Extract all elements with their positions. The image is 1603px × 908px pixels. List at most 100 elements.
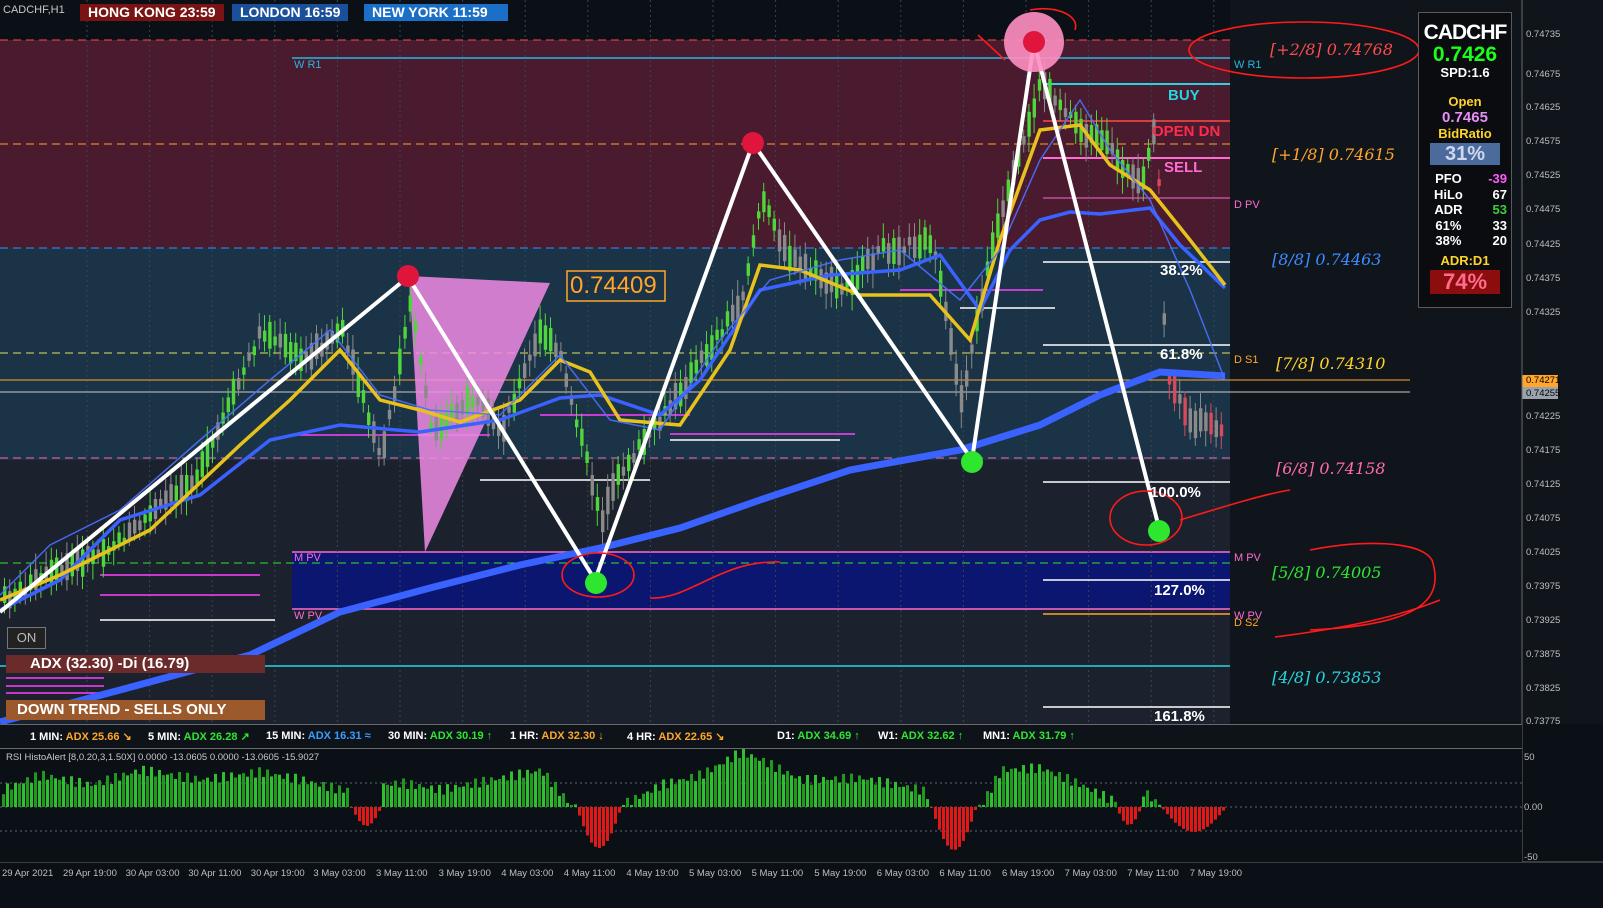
- adx-5min: 5 MIN: ADX 26.28 ↗: [148, 731, 250, 743]
- panel-bid-price: 0.7426: [1432, 43, 1498, 66]
- swing-low-marker: [1148, 520, 1170, 542]
- adx-readout: ADX (32.30) -Di (16.79): [6, 655, 265, 673]
- adx-w1: W1: ADX 32.62 ↑: [878, 730, 964, 742]
- price-axis-label: 0.74575: [1526, 136, 1561, 147]
- price-axis-label: 0.73775: [1526, 716, 1561, 727]
- rsi-axis-50: 50: [1524, 752, 1535, 763]
- time-axis-label: 6 May 19:00: [1002, 868, 1055, 879]
- price-axis-label: 0.73925: [1526, 615, 1561, 626]
- chart-canvas[interactable]: [0, 0, 1603, 908]
- adx-30min: 30 MIN: ADX 30.19 ↑: [388, 730, 493, 742]
- pivot-w-r1-left: W R1: [294, 59, 322, 71]
- pivot-m-pv-left: M PV: [294, 552, 321, 564]
- swing-low-marker: [961, 451, 983, 473]
- price-axis-label: 0.74175: [1526, 445, 1561, 456]
- symbol-info-panel: CADCHF 0.7426 SPD:1.6 Open 0.7465 BidRat…: [1418, 12, 1512, 308]
- time-axis-label: 6 May 11:00: [939, 868, 991, 879]
- time-axis-label: 30 Apr 11:00: [188, 868, 242, 879]
- time-axis-label: 29 Apr 2021: [2, 868, 54, 879]
- murrey-level-plus1: [+1/8] 0.74615: [1272, 145, 1395, 164]
- time-axis-label: 5 May 11:00: [751, 868, 804, 879]
- sell-signal-label: SELL: [1164, 159, 1203, 176]
- stat-label: 38%: [1435, 233, 1462, 248]
- stat-value: 67: [1492, 186, 1507, 202]
- price-axis-label: 0.74425: [1526, 239, 1561, 250]
- time-axis-label: 3 May 19:00: [438, 868, 491, 879]
- time-axis-label: 30 Apr 03:00: [125, 868, 180, 879]
- murrey-level-4-8: [4/8] 0.73853: [1272, 668, 1382, 687]
- time-axis-label: 7 May 11:00: [1127, 868, 1179, 879]
- price-axis-label: 0.74325: [1526, 307, 1561, 318]
- murrey-level-7-8: [7/8] 0.74310: [1276, 354, 1386, 373]
- adx-15min: 15 MIN: ADX 16.31 ≈: [266, 730, 371, 742]
- fib-618-label: 61.8%: [1160, 346, 1203, 363]
- stat-label: HiLo: [1433, 186, 1463, 202]
- fib-127-label: 127.0%: [1154, 582, 1205, 599]
- panel-open-value: 0.7465: [1442, 109, 1488, 126]
- adx-mn1: MN1: ADX 31.79 ↑: [983, 730, 1075, 742]
- swing-high-marker: [397, 265, 419, 287]
- price-axis-label: 0.74525: [1526, 170, 1561, 181]
- price-axis-label: 0.73825: [1526, 683, 1561, 694]
- time-axis-label: 7 May 03:00: [1064, 868, 1117, 879]
- price-tag: 0.74409: [570, 272, 657, 299]
- panel-symbol: CADCHF: [1423, 21, 1508, 44]
- time-axis-label: 4 May 19:00: [626, 868, 679, 879]
- time-axis-label: 6 May 03:00: [876, 868, 930, 879]
- price-axis-label: 0.74255: [1526, 388, 1561, 399]
- fib-382-label: 38.2%: [1160, 262, 1203, 279]
- price-axis-label: 0.74075: [1526, 513, 1561, 524]
- on-toggle-button[interactable]: ON: [7, 627, 46, 649]
- time-axis-label: 3 May 03:00: [313, 868, 366, 879]
- stat-label: ADR: [1434, 202, 1463, 217]
- time-axis-label: 5 May 03:00: [689, 868, 742, 879]
- adx-1min: 1 MIN: ADX 25.66 ↘: [30, 731, 132, 743]
- stat-value: 20: [1492, 233, 1507, 248]
- trend-banner: DOWN TREND - SELLS ONLY: [6, 700, 265, 720]
- rsi-indicator-title: RSI HistoAlert [8,0.20,3,1.50X] 0.0000 -…: [6, 752, 320, 763]
- fib-1618-label: 161.8%: [1154, 708, 1205, 725]
- time-axis-label: 29 Apr 19:00: [63, 868, 117, 879]
- price-axis-label: 0.73975: [1526, 581, 1561, 592]
- pivot-w-r1: W R1: [1234, 59, 1262, 71]
- time-axis-label: 4 May 11:00: [563, 868, 616, 879]
- stat-label: 61%: [1435, 217, 1462, 233]
- panel-open-label: Open: [1448, 94, 1482, 109]
- adx-1hr: 1 HR: ADX 32.30 ↓: [510, 730, 604, 742]
- time-axis-label: 3 May 11:00: [376, 868, 428, 879]
- stat-value: 53: [1492, 202, 1507, 217]
- price-axis-label: 0.74025: [1526, 547, 1561, 558]
- panel-spread: SPD:1.6: [1440, 65, 1490, 80]
- price-axis-label: 0.74475: [1526, 204, 1561, 215]
- time-axis-label: 5 May 19:00: [814, 868, 867, 879]
- pivot-d-s1: D S1: [1234, 354, 1259, 366]
- swing-high-marker: [742, 132, 764, 154]
- chart-symbol-title: CADCHF,H1: [3, 4, 65, 16]
- swing-low-marker: [585, 572, 607, 594]
- buy-signal-label: BUY: [1168, 87, 1200, 104]
- panel-bidratio-value: 31%: [1430, 143, 1500, 165]
- adx-timeframe-panel: 1 MIN: ADX 25.66 ↘ 5 MIN: ADX 26.28 ↗ 15…: [0, 724, 1522, 749]
- clock-hong-kong: HONG KONG 23:59: [80, 4, 224, 21]
- price-axis-label: 0.74125: [1526, 479, 1561, 490]
- pivot-m-pv: M PV: [1234, 552, 1261, 564]
- murrey-level-5-8: [5/8] 0.74005: [1272, 563, 1382, 582]
- panel-adr-value: 74%: [1430, 269, 1500, 294]
- price-axis-label: 0.73875: [1526, 649, 1561, 660]
- rsi-axis-0: 0.00: [1524, 802, 1543, 813]
- stat-value: 33: [1492, 217, 1507, 233]
- time-axis-label: 30 Apr 19:00: [250, 868, 305, 879]
- murrey-level-8-8: [8/8] 0.74463: [1272, 250, 1382, 269]
- swing-high-marker: [1023, 31, 1045, 53]
- pivot-d-pv: D PV: [1234, 199, 1260, 211]
- fib-100-label: 100.0%: [1150, 484, 1201, 501]
- adx-d1: D1: ADX 34.69 ↑: [777, 730, 860, 742]
- open-dn-signal-label: OPEN DN: [1152, 123, 1221, 140]
- stat-label: PFO: [1435, 171, 1462, 186]
- time-axis-label: 7 May 19:00: [1189, 868, 1243, 879]
- clock-new-york: NEW YORK 11:59: [364, 4, 508, 21]
- pivot-w-pv-left: W PV: [294, 610, 323, 622]
- price-axis-label: 0.74735: [1526, 29, 1561, 40]
- price-axis-label: 0.74375: [1526, 273, 1561, 284]
- stat-value: -39: [1488, 171, 1507, 186]
